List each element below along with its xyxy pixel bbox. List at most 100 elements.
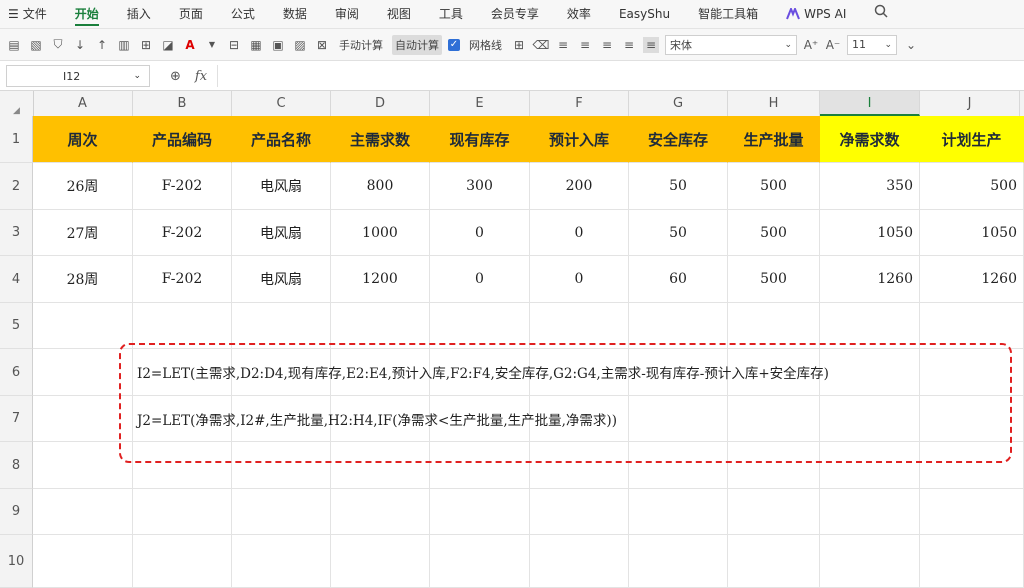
filter-icon[interactable]: ⛉: [50, 37, 66, 53]
tab-tools[interactable]: 工具: [425, 0, 477, 28]
cell-e3[interactable]: 0: [430, 210, 530, 256]
wps-ai-button[interactable]: WPS AI: [772, 0, 860, 28]
cell-i2[interactable]: 350: [820, 163, 920, 210]
cell-a4[interactable]: 28周: [33, 256, 133, 303]
row-header-7[interactable]: 7: [0, 396, 33, 442]
col-header-f[interactable]: F: [530, 91, 629, 116]
zoom-icon[interactable]: ⊕: [170, 69, 181, 84]
cell-f1[interactable]: 预计入库: [530, 116, 629, 163]
cell-f9[interactable]: [530, 489, 629, 535]
cell-h3[interactable]: 500: [728, 210, 820, 256]
row-header-8[interactable]: 8: [0, 442, 33, 489]
cell-e1[interactable]: 现有库存: [430, 116, 530, 163]
cell-h4[interactable]: 500: [728, 256, 820, 303]
cell-j1[interactable]: 计划生产: [920, 116, 1024, 163]
calc-icon[interactable]: ⊠: [314, 37, 330, 53]
format-painter-icon[interactable]: ▧: [28, 37, 44, 53]
tab-page[interactable]: 页面: [165, 0, 217, 28]
cell-a1[interactable]: 周次: [33, 116, 133, 163]
cell-j9[interactable]: [920, 489, 1024, 535]
cell-h9[interactable]: [728, 489, 820, 535]
font-color-icon[interactable]: A: [182, 37, 198, 53]
cell-g4[interactable]: 60: [629, 256, 728, 303]
row-header-10[interactable]: 10: [0, 535, 33, 588]
fx-icon[interactable]: fx: [195, 69, 207, 84]
cell-a10[interactable]: [33, 535, 133, 588]
row-header-6[interactable]: 6: [0, 349, 33, 396]
cell-h2[interactable]: 500: [728, 163, 820, 210]
cell-d3[interactable]: 1000: [331, 210, 430, 256]
cell-c9[interactable]: [232, 489, 331, 535]
col-header-c[interactable]: C: [232, 91, 331, 116]
cell-g10[interactable]: [629, 535, 728, 588]
row-header-1[interactable]: 1: [0, 116, 33, 163]
col-header-h[interactable]: H: [728, 91, 820, 116]
cell-f3[interactable]: 0: [530, 210, 629, 256]
cell-g1[interactable]: 安全库存: [629, 116, 728, 163]
tab-smart-toolbox[interactable]: 智能工具箱: [684, 0, 772, 28]
select-all-corner[interactable]: ◢: [0, 91, 34, 116]
paste-icon[interactable]: ▤: [6, 37, 22, 53]
auto-calc-button[interactable]: 自动计算: [392, 34, 442, 55]
cell-f4[interactable]: 0: [530, 256, 629, 303]
layout-icon[interactable]: ⊞: [511, 37, 527, 53]
table-style-icon[interactable]: ▦: [248, 37, 264, 53]
gridlines-checkbox[interactable]: ✓: [448, 38, 460, 51]
cell-b10[interactable]: [133, 535, 232, 588]
cell-j4[interactable]: 1260: [920, 256, 1024, 303]
tab-easyshu[interactable]: EasyShu: [605, 0, 684, 28]
col-header-b[interactable]: B: [133, 91, 232, 116]
name-box[interactable]: I12 ⌄: [6, 65, 150, 87]
col-header-g[interactable]: G: [629, 91, 728, 116]
cell-g9[interactable]: [629, 489, 728, 535]
cell-b4[interactable]: F-202: [133, 256, 232, 303]
tab-formulas[interactable]: 公式: [217, 0, 269, 28]
align-top-icon[interactable]: ≡: [555, 37, 571, 53]
row-header-3[interactable]: 3: [0, 210, 33, 256]
cell-d4[interactable]: 1200: [331, 256, 430, 303]
cell-h10[interactable]: [728, 535, 820, 588]
manual-calc-button[interactable]: 手动计算: [336, 35, 386, 55]
cell-b2[interactable]: F-202: [133, 163, 232, 210]
cell-a5[interactable]: [33, 303, 133, 349]
cell-a2[interactable]: 26周: [33, 163, 133, 210]
cell-d9[interactable]: [331, 489, 430, 535]
font-size-select[interactable]: 11 ⌄: [847, 34, 897, 55]
tab-data[interactable]: 数据: [269, 0, 321, 28]
row-header-9[interactable]: 9: [0, 489, 33, 535]
align-justify-icon[interactable]: ≡: [643, 36, 659, 53]
cell-j2[interactable]: 500: [920, 163, 1024, 210]
cell-e9[interactable]: [430, 489, 530, 535]
cell-c3[interactable]: 电风扇: [232, 210, 331, 256]
cell-a7[interactable]: [33, 396, 133, 442]
cell-f10[interactable]: [530, 535, 629, 588]
align-center-icon[interactable]: ≡: [599, 37, 615, 53]
border-icon[interactable]: ⊞: [138, 37, 154, 53]
cell-j10[interactable]: [920, 535, 1024, 588]
cell-a8[interactable]: [33, 442, 133, 489]
col-header-j[interactable]: J: [920, 91, 1020, 116]
search-button[interactable]: [860, 0, 902, 28]
cell-g3[interactable]: 50: [629, 210, 728, 256]
chevron-down-icon[interactable]: ▼: [204, 37, 220, 53]
row-header-5[interactable]: 5: [0, 303, 33, 349]
cell-b1[interactable]: 产品编码: [133, 116, 232, 163]
tab-insert[interactable]: 插入: [113, 0, 165, 28]
cell-i9[interactable]: [820, 489, 920, 535]
align-left-icon[interactable]: ≡: [577, 37, 593, 53]
tab-efficiency[interactable]: 效率: [553, 0, 605, 28]
row-col-icon[interactable]: ⊟: [226, 37, 242, 53]
cell-d2[interactable]: 800: [331, 163, 430, 210]
freeze-icon[interactable]: ▥: [116, 37, 132, 53]
col-header-d[interactable]: D: [331, 91, 430, 116]
font-name-select[interactable]: 宋体 ⌄: [665, 34, 797, 55]
more-chevron-icon[interactable]: ⌄: [903, 37, 919, 53]
cell-g2[interactable]: 50: [629, 163, 728, 210]
cell-e2[interactable]: 300: [430, 163, 530, 210]
formula-input[interactable]: [217, 65, 1024, 87]
cell-j3[interactable]: 1050: [920, 210, 1024, 256]
cell-i1[interactable]: 净需求数: [820, 116, 920, 163]
col-header-a[interactable]: A: [33, 91, 133, 116]
font-decrease-icon[interactable]: A⁻: [825, 37, 841, 53]
sort-asc-icon[interactable]: ↓: [72, 37, 88, 53]
